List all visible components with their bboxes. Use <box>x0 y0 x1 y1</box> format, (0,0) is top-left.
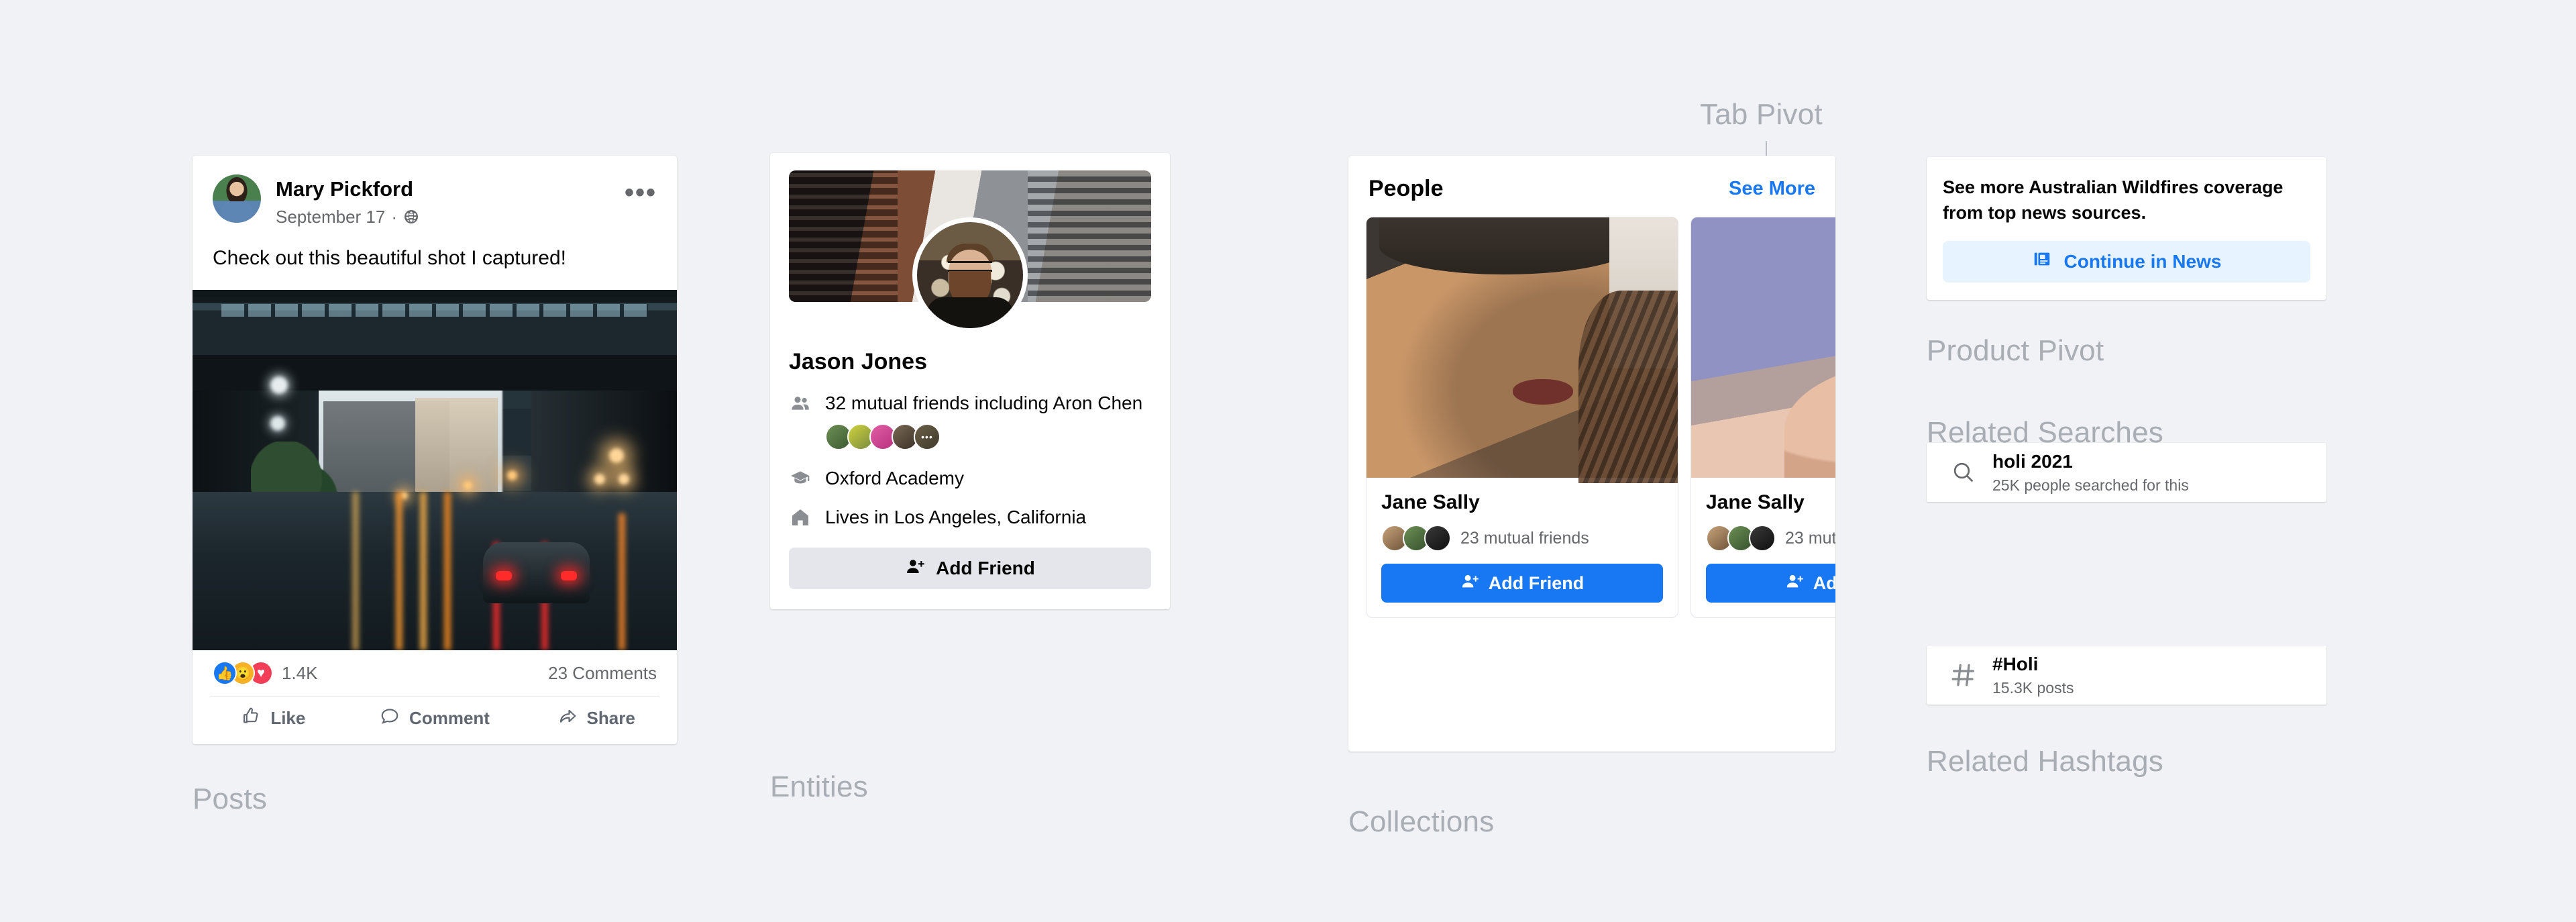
mutual-friend-avatar <box>1749 525 1776 552</box>
comment-bubble-icon <box>380 706 400 731</box>
post-footer: 👍 😮 ♥ 1.4K 23 Comments Like Comment Shar… <box>193 650 677 744</box>
comment-button[interactable]: Comment <box>354 706 516 731</box>
news-article-icon <box>2032 249 2052 274</box>
person-mutual-avatars <box>1381 525 1451 552</box>
collections-title: People <box>1368 176 1444 201</box>
person-add-friend-button[interactable]: Add Friend <box>1381 564 1663 603</box>
comment-count[interactable]: 23 Comments <box>548 663 657 684</box>
thumbs-up-icon <box>241 706 261 731</box>
person-mutual-text: 23 mutual friends <box>1460 528 1589 548</box>
entity-card: Jason Jones 32 mutual friends including … <box>770 153 1170 609</box>
post-body-text: Check out this beautiful shot I captured… <box>213 246 566 269</box>
entity-location-text: Lives in Los Angeles, California <box>825 507 1087 527</box>
person-add-friend-label: Add Friend <box>1813 572 1835 593</box>
person-card[interactable]: Jane Sally 23 mutual friends <box>1690 217 1835 618</box>
person-mutual-avatars <box>1706 525 1776 552</box>
person-mutual-text: 23 mutual friends <box>1785 528 1835 548</box>
news-pivot-card: See more Australian Wildfires coverage f… <box>1927 157 2326 300</box>
globe-icon <box>403 209 419 225</box>
annotation-collections: Collections <box>1348 805 1495 838</box>
entity-mutual-friend-avatars[interactable] <box>825 423 1151 450</box>
related-hashtag-subtitle: 15.3K posts <box>1992 678 2074 697</box>
related-hashtag-item[interactable]: #Holi 15.3K posts <box>1927 646 2326 705</box>
related-search-subtitle: 25K people searched for this <box>1992 476 2189 494</box>
like-label: Like <box>270 708 306 728</box>
continue-in-news-label: Continue in News <box>2063 250 2222 272</box>
post-author-meta: Mary Pickford September 17 · <box>276 174 419 227</box>
person-name[interactable]: Jane Sally <box>1381 491 1663 514</box>
add-person-icon <box>1785 572 1804 595</box>
annotation-related-searches: Related Searches <box>1927 416 2163 449</box>
related-search-item[interactable]: holi 2021 25K people searched for this <box>1927 443 2326 502</box>
entity-avatar[interactable] <box>912 217 1028 333</box>
post-separator: · <box>391 206 397 227</box>
annotation-tab-pivot: Tab Pivot <box>1700 98 1823 131</box>
person-photo[interactable] <box>1366 217 1678 483</box>
share-label: Share <box>586 708 635 728</box>
person-photo[interactable] <box>1691 217 1835 478</box>
mutual-friend-avatar <box>1424 525 1451 552</box>
related-search-text: holi 2021 25K people searched for this <box>1992 450 2189 495</box>
see-more-link[interactable]: See More <box>1729 178 1815 200</box>
post-photo[interactable] <box>193 290 677 650</box>
person-mutual-row: 23 mutual friends <box>1706 525 1835 552</box>
post-author-name[interactable]: Mary Pickford <box>276 176 419 203</box>
entity-name[interactable]: Jason Jones <box>789 349 1151 375</box>
post-timestamp-row: September 17 · <box>276 207 419 227</box>
post-card: Mary Pickford September 17 · ••• Check o… <box>193 156 677 310</box>
share-arrow-icon <box>557 706 578 731</box>
mutual-friend-avatar-more <box>914 423 941 450</box>
person-add-friend-label: Add Friend <box>1488 572 1585 593</box>
reaction-count[interactable]: 1.4K <box>282 663 318 684</box>
entity-add-friend-label: Add Friend <box>936 558 1035 578</box>
search-icon <box>1944 459 1983 486</box>
entity-mutual-friends-text: 32 mutual friends including Aron Chen <box>825 393 1143 413</box>
post-author-avatar[interactable] <box>213 174 261 223</box>
person-mutual-row: 23 mutual friends <box>1381 525 1663 552</box>
people-icon <box>789 393 812 414</box>
news-pivot-text: See more Australian Wildfires coverage f… <box>1943 177 2284 223</box>
post-header: Mary Pickford September 17 · ••• <box>193 156 677 227</box>
canvas: Tab Pivot Mary Pickford September 17 · •… <box>0 0 2576 922</box>
related-hashtag-inner: #Holi 15.3K posts <box>1927 646 2326 705</box>
annotation-posts: Posts <box>193 782 268 815</box>
related-hashtag-text: #Holi 15.3K posts <box>1992 653 2074 697</box>
collections-carousel[interactable]: Jane Sally 23 mutual friends Add Friend … <box>1348 217 1835 618</box>
entity-mutual-friends-row[interactable]: 32 mutual friends including Aron Chen <box>789 393 1151 414</box>
comment-label: Comment <box>409 708 490 728</box>
entity-details: Jason Jones 32 mutual friends including … <box>770 349 1170 528</box>
entity-school-text: Oxford Academy <box>825 468 964 489</box>
home-icon <box>789 507 812 528</box>
post-reaction-row: 👍 😮 ♥ 1.4K 23 Comments <box>193 650 677 685</box>
graduation-cap-icon <box>789 468 812 489</box>
like-button[interactable]: Like <box>193 706 354 731</box>
related-search-title: holi 2021 <box>1992 451 2073 472</box>
share-button[interactable]: Share <box>515 706 677 731</box>
person-card[interactable]: Jane Sally 23 mutual friends <box>1366 217 1678 618</box>
collections-header: People See More <box>1348 156 1835 217</box>
hashtag-icon <box>1944 661 1983 689</box>
post-action-row: Like Comment Share <box>193 697 677 731</box>
related-search-inner: holi 2021 25K people searched for this <box>1927 443 2326 502</box>
post-photo-art <box>193 290 677 650</box>
person-add-friend-button[interactable]: Add Friend <box>1706 564 1835 603</box>
post-date: September 17 <box>276 206 386 227</box>
annotation-entities: Entities <box>770 770 868 803</box>
collections-card: People See More Jane Sally 23 mutual fri… <box>1348 156 1835 752</box>
reaction-pills[interactable]: 👍 😮 ♥ <box>213 661 273 685</box>
person-details: Jane Sally 23 mutual friends <box>1691 478 1835 617</box>
add-person-icon <box>905 556 925 581</box>
entity-location-row: Lives in Los Angeles, California <box>789 507 1151 528</box>
person-details: Jane Sally 23 mutual friends <box>1366 478 1678 617</box>
entity-school-row: Oxford Academy <box>789 468 1151 489</box>
annotation-related-hashtags: Related Hashtags <box>1927 745 2163 778</box>
continue-in-news-button[interactable]: Continue in News <box>1943 240 2310 283</box>
annotation-product-pivot: Product Pivot <box>1927 334 2104 367</box>
related-hashtag-title: #Holi <box>1992 654 2039 675</box>
reaction-like-icon: 👍 <box>213 661 237 685</box>
person-name[interactable]: Jane Sally <box>1706 491 1835 514</box>
post-more-options-icon[interactable]: ••• <box>625 174 657 206</box>
add-person-icon <box>1460 572 1479 595</box>
entity-add-friend-button[interactable]: Add Friend <box>789 548 1151 589</box>
